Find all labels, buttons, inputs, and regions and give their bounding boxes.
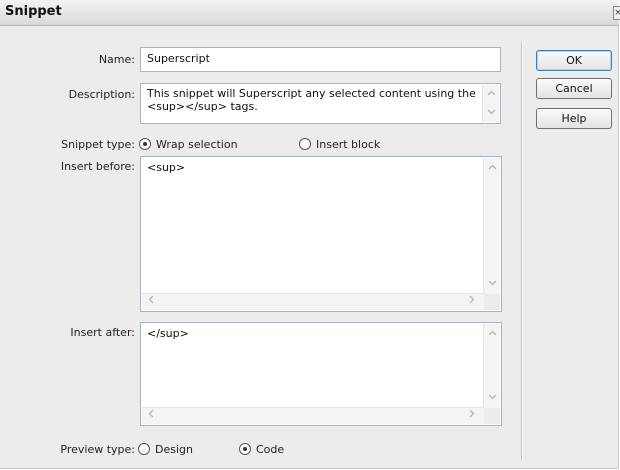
insert-after-value: </sup> <box>147 327 189 340</box>
chevron-down-icon[interactable] <box>483 105 499 121</box>
radio-wrap-selection[interactable] <box>139 138 151 150</box>
chevron-up-icon[interactable] <box>484 160 500 176</box>
description-label: Description: <box>68 88 135 101</box>
insert-before-hscrollbar[interactable] <box>142 293 484 310</box>
snippet-type-label: Snippet type: <box>61 138 135 151</box>
description-scrollbar[interactable] <box>482 85 499 122</box>
chevron-left-icon[interactable] <box>143 294 159 310</box>
chevron-right-icon[interactable] <box>464 408 480 424</box>
description-field-value: This snippet will Superscript any select… <box>147 87 476 113</box>
radio-design[interactable] <box>138 443 150 455</box>
insert-before-field[interactable]: <sup> <box>140 156 502 312</box>
help-button[interactable]: Help <box>536 108 612 129</box>
chevron-up-icon[interactable] <box>483 86 499 102</box>
chevron-down-icon[interactable] <box>484 276 500 292</box>
insert-before-vscrollbar[interactable] <box>483 158 500 294</box>
preview-type-label: Preview type: <box>60 443 135 456</box>
title-bar: Snippet × <box>0 0 620 26</box>
insert-before-value: <sup> <box>147 161 186 174</box>
divider <box>521 42 523 460</box>
scrollbar-corner <box>484 294 500 310</box>
insert-before-label: Insert before: <box>60 160 135 173</box>
insert-after-hscrollbar[interactable] <box>142 407 484 424</box>
cancel-button[interactable]: Cancel <box>536 78 612 99</box>
ok-button[interactable]: OK <box>536 50 612 71</box>
name-field[interactable]: Superscript <box>140 47 501 72</box>
name-label: Name: <box>98 53 135 66</box>
radio-code-label[interactable]: Code <box>256 443 284 456</box>
radio-code[interactable] <box>239 443 251 455</box>
chevron-down-icon[interactable] <box>484 390 500 406</box>
insert-after-label: Insert after: <box>70 326 135 339</box>
radio-insert-block[interactable] <box>299 138 311 150</box>
name-field-value: Superscript <box>147 52 210 65</box>
scrollbar-corner <box>484 408 500 424</box>
chevron-right-icon[interactable] <box>464 294 480 310</box>
chevron-left-icon[interactable] <box>143 408 159 424</box>
radio-insert-block-label[interactable]: Insert block <box>316 138 380 151</box>
radio-wrap-selection-label[interactable]: Wrap selection <box>156 138 238 151</box>
snippet-dialog: Snippet × Name: Superscript Description:… <box>0 0 620 469</box>
description-field[interactable]: This snippet will Superscript any select… <box>140 83 501 124</box>
insert-after-field[interactable]: </sup> <box>140 322 502 426</box>
radio-design-label[interactable]: Design <box>155 443 193 456</box>
chevron-up-icon[interactable] <box>484 326 500 342</box>
close-icon[interactable]: × <box>613 6 620 20</box>
dialog-title: Snippet <box>5 4 62 19</box>
insert-after-vscrollbar[interactable] <box>483 324 500 408</box>
